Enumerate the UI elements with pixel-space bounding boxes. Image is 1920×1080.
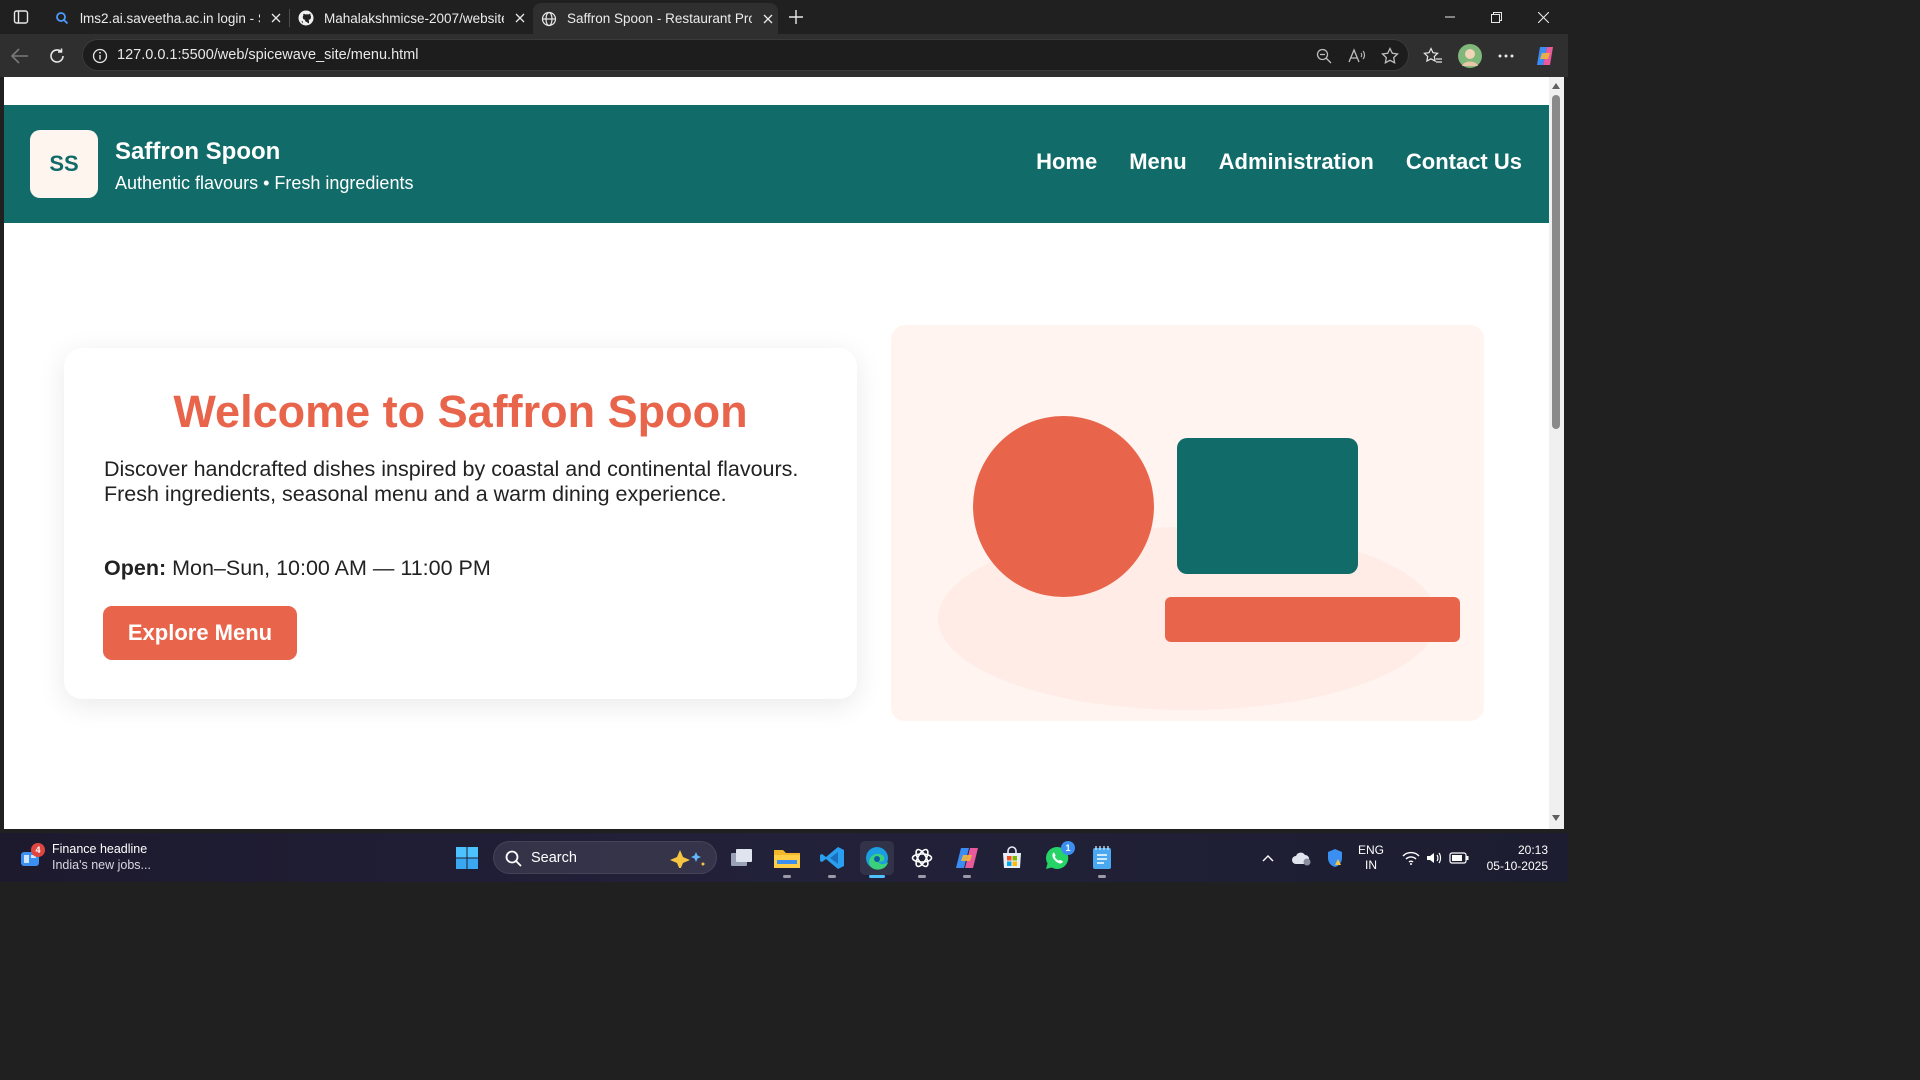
- running-indicator: [963, 875, 971, 878]
- explore-menu-button[interactable]: Explore Menu: [103, 606, 297, 660]
- running-indicator: [783, 875, 791, 878]
- clock-date: 05-10-2025: [1486, 859, 1548, 873]
- taskbar-search[interactable]: Search: [493, 841, 717, 874]
- search-icon: [505, 850, 522, 867]
- teal-square-shape: [1177, 438, 1358, 574]
- file-explorer-icon[interactable]: [770, 841, 804, 878]
- close-tab-icon[interactable]: [510, 8, 530, 28]
- scroll-down-arrow-icon[interactable]: [1552, 815, 1560, 821]
- clock-time: 20:13: [1517, 843, 1548, 857]
- running-indicator: [828, 875, 836, 878]
- widget-title: Finance headline: [52, 842, 148, 856]
- tab-title: Saffron Spoon - Restaurant Projec: [567, 11, 752, 26]
- notepad-icon[interactable]: [1085, 841, 1119, 878]
- hours-value: Mon–Sun, 10:00 AM — 11:00 PM: [172, 556, 491, 580]
- copilot-icon[interactable]: [1532, 43, 1558, 69]
- chatgpt-icon[interactable]: [905, 841, 939, 878]
- opening-hours: Open: Mon–Sun, 10:00 AM — 11:00 PM: [104, 556, 491, 581]
- zoom-out-icon[interactable]: [1313, 45, 1335, 67]
- system-clock[interactable]: 20:13 05-10-2025: [1487, 842, 1548, 874]
- new-tab-icon[interactable]: [784, 5, 808, 29]
- site-logo[interactable]: SS: [30, 130, 98, 198]
- running-indicator: [1098, 875, 1106, 878]
- region-code: IN: [1365, 858, 1377, 872]
- whatsapp-icon[interactable]: 1: [1040, 841, 1075, 875]
- page-scrollbar[interactable]: [1549, 77, 1564, 829]
- tab-title: Mahalakshmicse-2007/website: [324, 10, 504, 26]
- copilot-app-icon[interactable]: [950, 841, 984, 878]
- security-shield-icon[interactable]: [1323, 841, 1347, 875]
- restore-icon[interactable]: [1473, 0, 1520, 34]
- hero-illustration: [891, 325, 1484, 721]
- tab-actions-icon[interactable]: [8, 5, 34, 29]
- brand-name: Saffron Spoon: [115, 138, 281, 165]
- github-icon: [298, 10, 314, 26]
- input-language[interactable]: ENG IN: [1358, 843, 1384, 873]
- onedrive-icon[interactable]: [1290, 841, 1314, 875]
- favorite-star-icon[interactable]: [1379, 45, 1401, 67]
- address-bar[interactable]: 127.0.0.1:5500/web/spicewave_site/menu.h…: [82, 39, 1409, 71]
- brand-tagline: Authentic flavours • Fresh ingredients: [115, 173, 414, 193]
- edge-icon[interactable]: [860, 841, 894, 878]
- language-code: ENG: [1358, 843, 1385, 857]
- task-view-icon[interactable]: [725, 841, 759, 875]
- widget-badge: 4: [31, 843, 45, 857]
- search-label: Search: [531, 850, 577, 866]
- tab-title: lms2.ai.saveetha.ac.in login - Sear: [80, 10, 260, 26]
- nav-menu[interactable]: Menu: [1129, 149, 1186, 175]
- tab-github[interactable]: Mahalakshmicse-2007/website: [290, 3, 530, 33]
- wifi-icon[interactable]: [1400, 841, 1422, 875]
- globe-icon: [541, 11, 557, 27]
- widgets-icon: 4: [18, 843, 45, 870]
- microsoft-store-icon[interactable]: [995, 841, 1029, 875]
- favorites-icon[interactable]: [1420, 43, 1446, 69]
- coral-circle-shape: [973, 416, 1154, 597]
- more-menu-icon[interactable]: [1493, 43, 1519, 69]
- scroll-thumb[interactable]: [1552, 95, 1560, 429]
- coral-bar-shape: [1165, 597, 1460, 642]
- news-widget[interactable]: 4 Finance headline India's new jobs...: [18, 841, 151, 873]
- site-header: SS Saffron Spoon Authentic flavours • Fr…: [4, 105, 1549, 223]
- tab-search[interactable]: lms2.ai.saveetha.ac.in login - Sear: [46, 3, 286, 33]
- close-tab-icon[interactable]: [758, 9, 778, 29]
- widget-subtitle: India's new jobs...: [52, 858, 151, 872]
- hero-card: Welcome to Saffron Spoon Discover handcr…: [64, 348, 857, 699]
- close-window-icon[interactable]: [1520, 0, 1567, 34]
- browser-toolbar: 127.0.0.1:5500/web/spicewave_site/menu.h…: [0, 34, 1568, 77]
- nav-home[interactable]: Home: [1036, 149, 1097, 175]
- browser-tab-strip: lms2.ai.saveetha.ac.in login - Sear Maha…: [0, 0, 1568, 34]
- volume-icon[interactable]: [1424, 841, 1444, 875]
- vscode-icon[interactable]: [815, 841, 849, 878]
- tab-saffron-spoon[interactable]: Saffron Spoon - Restaurant Projec: [533, 3, 778, 34]
- whatsapp-badge: 1: [1061, 841, 1075, 855]
- sparkle-icon: [670, 850, 705, 868]
- hero-title: Welcome to Saffron Spoon: [173, 386, 748, 437]
- nav-administration[interactable]: Administration: [1219, 149, 1374, 175]
- profile-avatar[interactable]: [1457, 43, 1483, 69]
- battery-icon[interactable]: [1448, 841, 1470, 875]
- page-viewport: SS Saffron Spoon Authentic flavours • Fr…: [4, 77, 1549, 829]
- url-text[interactable]: 127.0.0.1:5500/web/spicewave_site/menu.h…: [117, 47, 418, 63]
- start-windows-icon[interactable]: [450, 841, 484, 875]
- hours-label: Open:: [104, 556, 167, 580]
- back-arrow-icon[interactable]: [7, 43, 33, 69]
- read-aloud-icon[interactable]: [1346, 45, 1368, 67]
- main-nav: Home Menu Administration Contact Us: [1036, 149, 1522, 175]
- active-indicator: [869, 875, 885, 878]
- running-indicator: [918, 875, 926, 878]
- show-hidden-icons-chevron-icon[interactable]: [1257, 841, 1279, 875]
- scroll-up-arrow-icon[interactable]: [1552, 83, 1560, 89]
- site-info-icon[interactable]: [91, 47, 109, 65]
- minimize-icon[interactable]: [1426, 0, 1473, 34]
- nav-contact-us[interactable]: Contact Us: [1406, 149, 1522, 175]
- hero-description: Discover handcrafted dishes inspired by …: [104, 457, 799, 506]
- search-icon: [54, 10, 70, 26]
- windows-taskbar: 4 Finance headline India's new jobs... S…: [0, 833, 1568, 882]
- close-tab-icon[interactable]: [266, 8, 286, 28]
- refresh-icon[interactable]: [44, 43, 70, 69]
